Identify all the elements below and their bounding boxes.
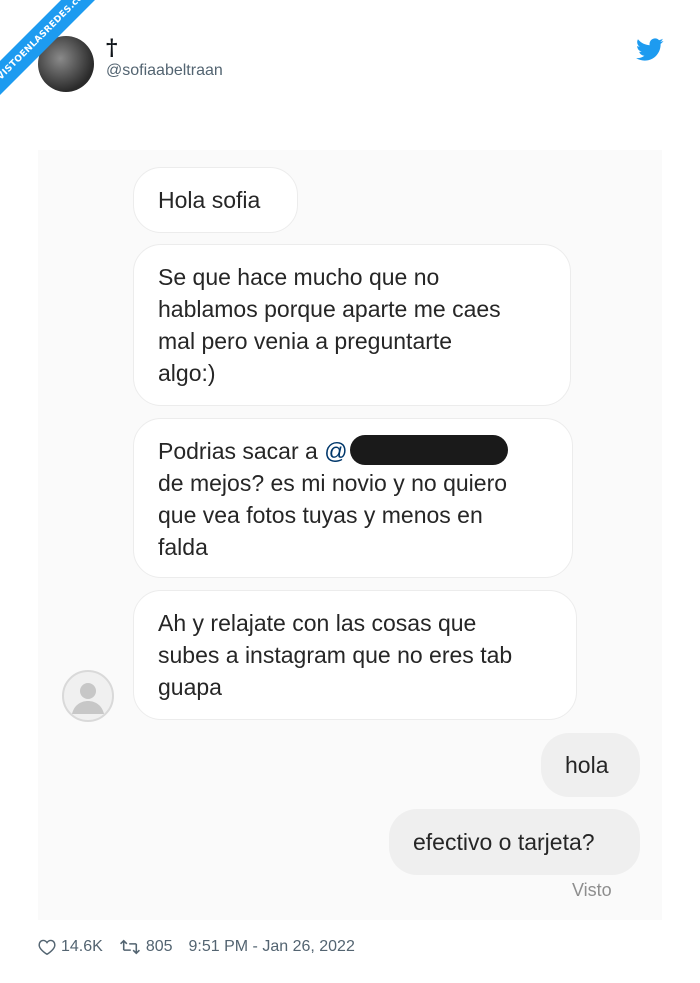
message-bubble-sent: efectivo o tarjeta? xyxy=(389,809,640,875)
retweet-action[interactable]: 805 xyxy=(119,938,173,956)
message-bubble-received: Hola sofia xyxy=(133,167,298,233)
twitter-bird-icon[interactable] xyxy=(636,38,664,62)
message-bubble-received: Podrias sacar a @ de mejos? es mi novio … xyxy=(133,418,573,578)
sender-avatar-icon[interactable] xyxy=(62,670,114,722)
retweet-icon xyxy=(119,939,140,955)
tweet-footer: 14.6K 805 9:51 PM - Jan 26, 2022 xyxy=(38,935,371,959)
message-bubble-sent: hola xyxy=(541,733,640,797)
tweet-timestamp[interactable]: 9:51 PM - Jan 26, 2022 xyxy=(189,938,355,956)
like-action[interactable]: 14.6K xyxy=(38,938,103,956)
user-mention[interactable]: @ xyxy=(324,438,347,464)
seen-status: Visto xyxy=(572,880,612,900)
message-bubble-received: Ah y relajate con las cosas que subes a … xyxy=(133,590,577,720)
default-profile-icon xyxy=(72,683,104,714)
retweet-count: 805 xyxy=(145,938,173,955)
user-handle[interactable]: @sofiaabeltraan xyxy=(106,62,223,80)
like-count: 14.6K xyxy=(61,938,103,955)
tweet-header: † @sofiaabeltraan xyxy=(0,0,700,110)
message-bubble-received: Se que hace mucho que no hablamos porque… xyxy=(133,244,571,406)
heart-icon xyxy=(38,939,56,955)
redacted-username xyxy=(349,435,508,465)
display-name[interactable]: † xyxy=(106,36,118,60)
